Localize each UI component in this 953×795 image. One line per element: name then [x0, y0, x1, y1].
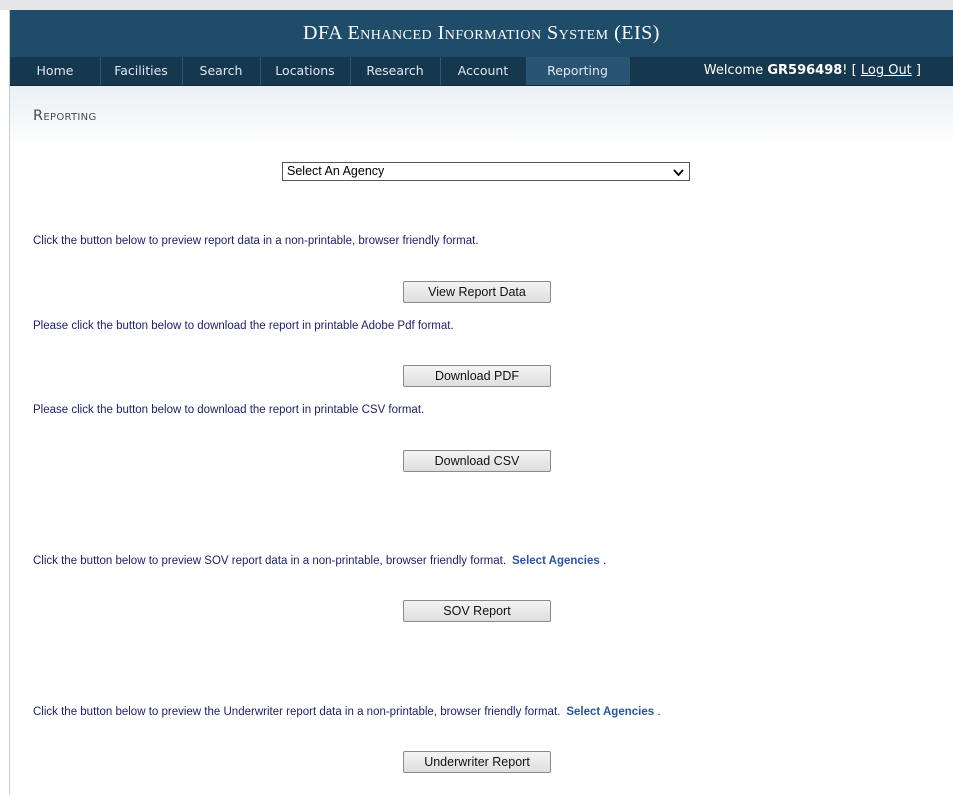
underwriter-select-agencies-link[interactable]: Select Agencies [566, 706, 654, 718]
sov-select-agencies-link[interactable]: Select Agencies [512, 555, 600, 567]
download-csv-button[interactable]: Download CSV [403, 450, 551, 472]
app-header: DFA Enhanced Information System (EIS) [10, 10, 953, 57]
pdf-instructions: Please click the button below to downloa… [33, 320, 454, 332]
browser-top-strip [0, 0, 953, 10]
main-nav: Home Facilities Search Locations Researc… [10, 57, 953, 86]
header-title-suffix: (EIS) [608, 22, 660, 44]
header-title-main: Enhanced Information System [347, 22, 609, 44]
underwriter-instructions: Click the button below to preview the Un… [33, 706, 661, 718]
nav-research[interactable]: Research [350, 57, 441, 85]
welcome-sep: ! [ [842, 63, 861, 78]
nav-locations[interactable]: Locations [260, 57, 351, 85]
sov-period: . [603, 555, 607, 567]
chevron-down-icon [673, 166, 684, 180]
download-pdf-button[interactable]: Download PDF [403, 365, 551, 387]
nav-search[interactable]: Search [182, 57, 261, 85]
view-report-data-button[interactable]: View Report Data [403, 281, 551, 303]
page: DFA Enhanced Information System (EIS) Ho… [0, 0, 953, 795]
nav-facilities[interactable]: Facilities [100, 57, 183, 85]
agency-select-value: Select An Agency [287, 164, 385, 178]
agency-select[interactable]: Select An Agency [282, 162, 690, 181]
logout-link[interactable]: Log Out [861, 63, 912, 78]
sov-instructions-text: Click the button below to preview SOV re… [33, 555, 507, 567]
welcome-close: ] [911, 63, 921, 78]
username: GR596498 [767, 63, 843, 78]
page-title: Reporting [33, 108, 97, 124]
nav-reporting[interactable]: Reporting [526, 57, 630, 85]
nav-account[interactable]: Account [440, 57, 527, 85]
underwriter-instructions-text: Click the button below to preview the Un… [33, 706, 561, 718]
sov-instructions: Click the button below to preview SOV re… [33, 555, 606, 567]
welcome-message: Welcome GR596498! [ Log Out ] [704, 57, 921, 85]
nav-home[interactable]: Home [10, 57, 101, 85]
csv-instructions: Please click the button below to downloa… [33, 404, 425, 416]
underwriter-period: . [657, 706, 661, 718]
left-border [0, 10, 10, 795]
sov-report-button[interactable]: SOV Report [403, 600, 551, 622]
header-title-prefix: DFA [303, 22, 348, 44]
underwriter-report-button[interactable]: Underwriter Report [403, 751, 551, 773]
preview-instructions: Click the button below to preview report… [33, 235, 479, 247]
welcome-label: Welcome [703, 63, 768, 78]
main-content: Reporting Select An Agency Click the but… [10, 86, 953, 795]
